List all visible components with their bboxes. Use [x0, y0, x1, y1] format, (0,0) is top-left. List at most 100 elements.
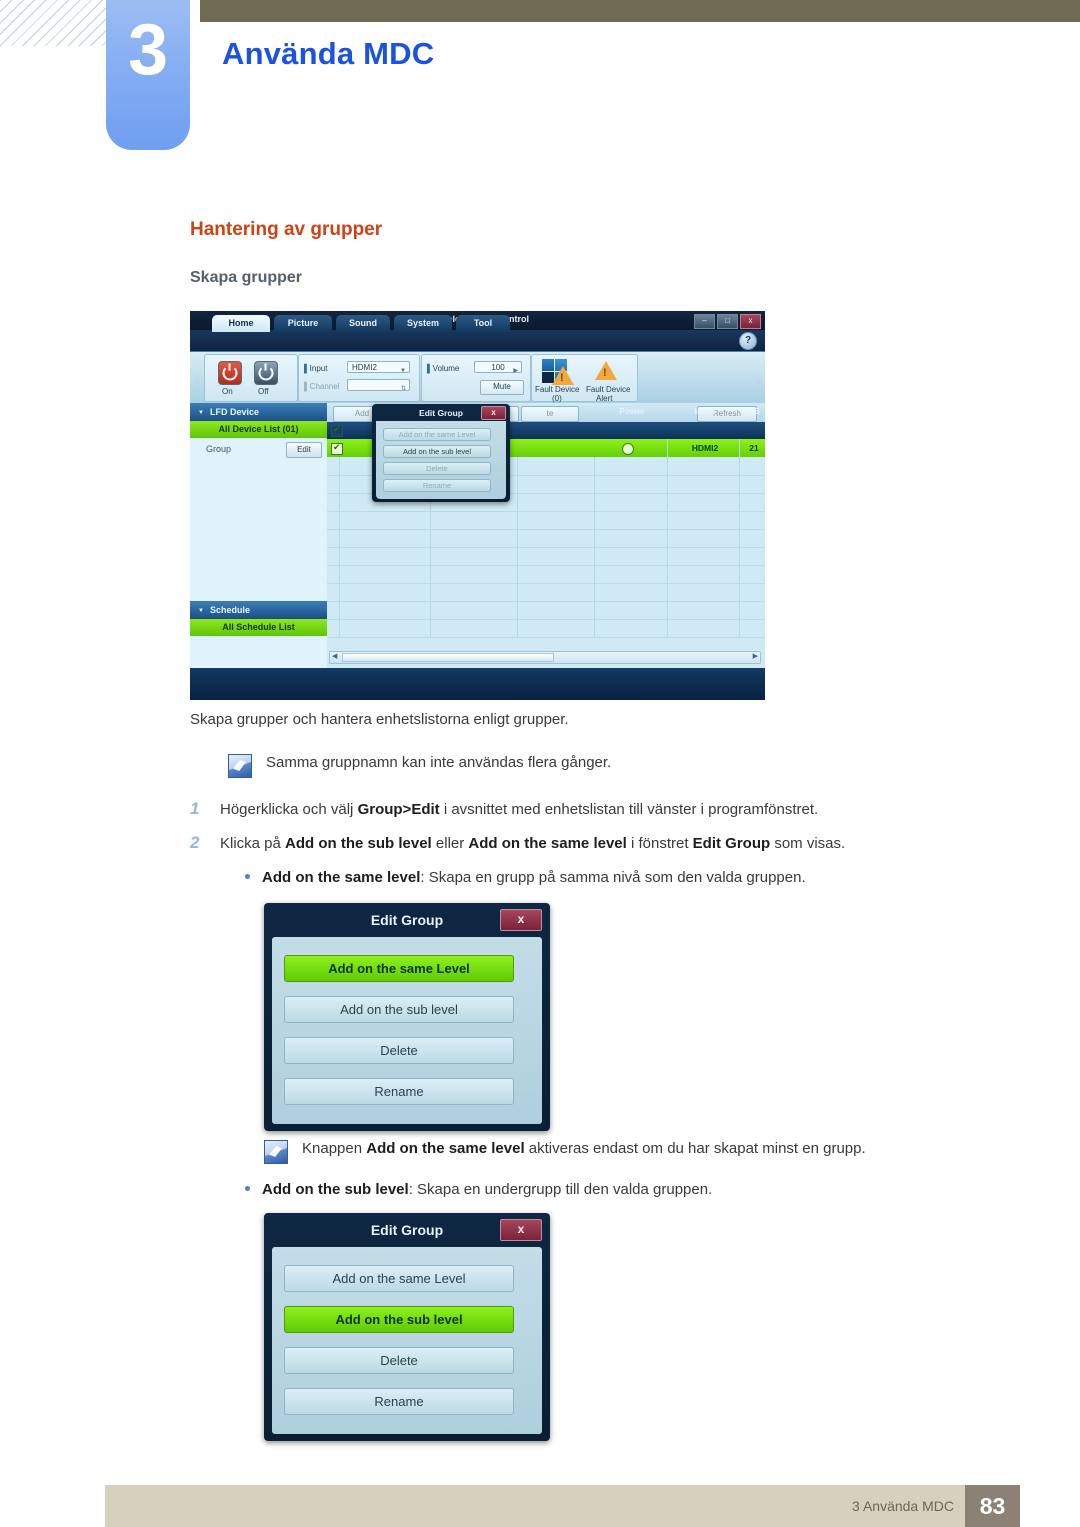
fault-device-alert-icon[interactable] [595, 361, 617, 380]
tab-picture[interactable]: Picture [274, 315, 332, 332]
add-on-same-level-button[interactable]: Add on the same Level [284, 955, 514, 982]
step-2-text: Klicka på Add on the sub level eller Add… [220, 835, 846, 852]
mdc-application-screenshot: Multiple Display Control – □ x Home Pict… [190, 311, 765, 700]
sidebar-group-label: Group [206, 444, 232, 454]
scroll-left-icon[interactable]: ◀ [332, 652, 337, 660]
close-icon[interactable]: x [500, 1219, 542, 1241]
minimize-icon[interactable]: – [694, 314, 715, 329]
column-header-input[interactable]: Input [672, 403, 738, 420]
tab-system[interactable]: System [394, 315, 452, 332]
page-number: 83 [965, 1485, 1020, 1527]
add-on-same-level-button[interactable]: Add on the same Level [383, 428, 491, 441]
ribbon-scroll-left-icon[interactable]: ◀ [193, 377, 199, 386]
tab-sound[interactable]: Sound [336, 315, 390, 332]
bullet-same-level: Add on the same level: Skapa en grupp på… [245, 869, 975, 886]
bullet-sub-level: Add on the sub level: Skapa en undergrup… [245, 1181, 975, 1198]
sidebar-item-group[interactable]: Group Edit [190, 439, 327, 459]
tab-home[interactable]: Home [212, 315, 270, 332]
bullet-dot-icon [245, 874, 250, 879]
edit-group-dialog-same-level: Edit Group x Add on the same Level Add o… [264, 903, 550, 1131]
sidebar-item-all-schedule-list[interactable]: All Schedule List [190, 619, 327, 636]
fault-device-label: Fault Device [535, 385, 580, 394]
delete-button[interactable]: te [521, 406, 579, 422]
close-icon[interactable]: x [481, 406, 506, 420]
window-controls: – □ x [694, 314, 761, 329]
power-on-button[interactable] [218, 361, 242, 385]
spinner-arrows-icon: ⇅ [400, 386, 406, 392]
step-2: 2 Klicka på Add on the sub level eller A… [190, 833, 980, 853]
note-1: Samma gruppnamn kan inte användas flera … [228, 754, 968, 778]
bullet-dot-icon [245, 1186, 250, 1191]
tab-tool[interactable]: Tool [456, 315, 510, 332]
delete-button[interactable]: Delete [284, 1347, 514, 1374]
chevron-right-icon: ▶ [513, 368, 518, 374]
power-on-label: On [222, 387, 233, 396]
chapter-title: Använda MDC [222, 36, 435, 71]
help-icon[interactable]: ? [739, 332, 757, 350]
edit-group-dialog-sub-level: Edit Group x Add on the same Level Add o… [264, 1213, 550, 1441]
horizontal-scrollbar[interactable]: ◀ ▶ [329, 651, 761, 664]
row-checkbox[interactable] [331, 442, 343, 455]
select-all-checkbox[interactable] [331, 424, 343, 437]
add-on-sub-level-button[interactable]: Add on the sub level [284, 996, 514, 1023]
ribbon-scroll-right-icon[interactable]: ▶ [756, 377, 762, 386]
mdc-status-bar [190, 668, 765, 700]
group-edit-button[interactable]: Edit [286, 442, 322, 458]
volume-value[interactable]: 100 ▶ [474, 361, 522, 374]
note-1-text: Samma gruppnamn kan inte användas flera … [266, 754, 612, 771]
chapter-number: 3 [127, 10, 169, 90]
rename-button[interactable]: Rename [383, 479, 491, 492]
fault-alert-label-2: Alert [596, 394, 613, 403]
volume-label: ▌Volume [427, 364, 460, 373]
channel-spinner[interactable]: ⇅ [347, 379, 410, 392]
sidebar-item-lfd-device[interactable]: LFD Device [190, 403, 327, 422]
page-footer-bar [105, 1485, 975, 1527]
rename-button[interactable]: Rename [284, 1078, 514, 1105]
note-2: Knappen Add on the same level aktiveras … [264, 1140, 974, 1164]
intro-paragraph: Skapa grupper och hantera enhetslistorna… [190, 711, 569, 728]
bullet-sub-level-text: Add on the sub level: Skapa en undergrup… [262, 1181, 713, 1198]
add-on-sub-level-button[interactable]: Add on the sub level [383, 445, 491, 458]
column-header-power[interactable]: Power [597, 403, 667, 420]
step-1-number: 1 [190, 799, 200, 818]
edit-group-dialog-inline: Edit Group x Add on the same Level Add o… [372, 404, 510, 502]
close-icon[interactable]: x [500, 909, 542, 931]
section-heading: Hantering av grupper [190, 219, 383, 240]
power-off-label: Off [258, 387, 269, 396]
delete-button[interactable]: Delete [383, 462, 491, 475]
chevron-down-icon: ▼ [400, 368, 406, 374]
header-olive-bar [200, 0, 1080, 22]
step-1-text: Högerklicka och välj Group>Edit i avsnit… [220, 801, 819, 818]
channel-label: ▌Channel [304, 382, 340, 391]
power-icon [258, 363, 274, 381]
add-on-same-level-button[interactable]: Add on the same Level [284, 1265, 514, 1292]
power-off-button[interactable] [254, 361, 278, 385]
chapter-number-badge: 3 [106, 0, 190, 150]
warning-triangle-icon [552, 366, 574, 385]
note-icon [228, 754, 252, 778]
decorative-hatch-pattern [0, 0, 108, 46]
sidebar-item-schedule[interactable]: Schedule [190, 601, 327, 620]
cell-extra: 21 [749, 443, 759, 453]
scroll-right-icon[interactable]: ▶ [753, 652, 758, 660]
power-status-icon [622, 443, 634, 455]
add-on-sub-level-button[interactable]: Add on the sub level [284, 1306, 514, 1333]
close-icon[interactable]: x [740, 314, 761, 329]
sidebar-item-all-device-list[interactable]: All Device List (01) [190, 421, 327, 438]
delete-button[interactable]: Delete [284, 1037, 514, 1064]
step-1: 1 Högerklicka och välj Group>Edit i avsn… [190, 799, 980, 819]
footer-chapter-label: 3 Använda MDC [852, 1498, 954, 1514]
fault-alert-label: Fault Device [586, 385, 631, 394]
cell-input: HDMI2 [691, 443, 719, 453]
column-header-s[interactable]: S [751, 403, 763, 420]
input-select[interactable]: HDMI2 ▼ [347, 361, 410, 374]
bullet-same-level-text: Add on the same level: Skapa en grupp på… [262, 869, 806, 886]
scrollbar-thumb[interactable] [342, 653, 554, 662]
rename-button[interactable]: Rename [284, 1388, 514, 1415]
note-icon [264, 1140, 288, 1164]
fault-device-count: (0) [552, 394, 562, 403]
section-subheading: Skapa grupper [190, 269, 303, 286]
step-2-number: 2 [190, 833, 200, 852]
maximize-icon[interactable]: □ [717, 314, 738, 329]
mute-button[interactable]: Mute [480, 380, 524, 395]
